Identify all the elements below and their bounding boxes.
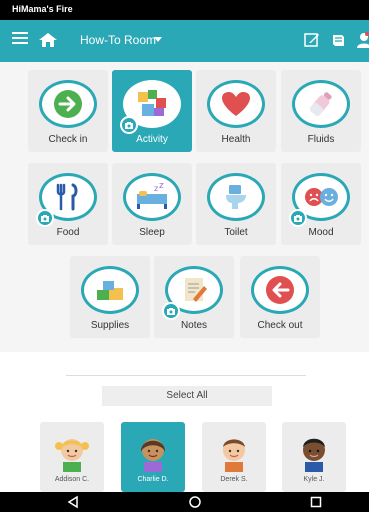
- blocks-icon: [138, 90, 166, 116]
- tile-check-out[interactable]: Check out: [240, 256, 320, 338]
- camera-icon[interactable]: [289, 209, 307, 227]
- svg-text:z: z: [154, 184, 158, 193]
- tile-check-in[interactable]: Check in: [28, 70, 108, 152]
- home-circle-icon[interactable]: [188, 495, 202, 509]
- tile-label: Sleep: [139, 227, 165, 238]
- svg-text:z: z: [159, 182, 164, 191]
- bed-icon: z z: [137, 182, 167, 209]
- tile-health[interactable]: Health: [196, 70, 276, 152]
- edit-icon[interactable]: [304, 32, 320, 48]
- home-icon[interactable]: [38, 32, 58, 48]
- child-card[interactable]: Derek S.: [202, 422, 266, 492]
- child-avatar-icon: [140, 439, 166, 472]
- tile-fluids[interactable]: Fluids: [281, 70, 361, 152]
- status-bar-title: HiMama's Fire: [12, 4, 73, 14]
- tile-label: Toilet: [224, 227, 248, 238]
- child-avatar-icon: [303, 438, 325, 472]
- activity-tiles: Check in Activity Health Fluids Food z z…: [0, 62, 369, 352]
- tile-label: Notes: [180, 320, 208, 331]
- divider: [66, 375, 306, 376]
- child-name: Addison C.: [54, 476, 90, 483]
- child-card[interactable]: Addison C.: [40, 422, 104, 492]
- book-icon[interactable]: [330, 32, 346, 48]
- supplies-icon: [97, 281, 123, 300]
- notepad-icon: [185, 278, 207, 302]
- camera-icon[interactable]: [120, 116, 138, 134]
- recent-apps-icon[interactable]: [309, 495, 323, 509]
- tile-label: Check out: [257, 320, 303, 331]
- tile-label: Activity: [136, 134, 168, 145]
- tile-toilet[interactable]: Toilet: [196, 163, 276, 245]
- tile-label: Supplies: [90, 320, 130, 331]
- camera-icon[interactable]: [162, 302, 180, 320]
- utensils-icon: [56, 183, 78, 211]
- child-avatar-icon: [55, 439, 89, 472]
- tile-label: Fluids: [307, 134, 335, 145]
- arrow-left-icon: [266, 276, 294, 304]
- child-name: Kyle J.: [303, 476, 325, 483]
- app-bar: How-To Room: [0, 20, 369, 62]
- arrow-right-icon: [54, 90, 82, 118]
- heart-icon: [222, 92, 250, 116]
- menu-icon[interactable]: [12, 32, 28, 44]
- tile-food[interactable]: Food: [28, 163, 108, 245]
- chevron-down-icon[interactable]: [154, 37, 162, 42]
- tile-notes[interactable]: Notes: [154, 256, 234, 338]
- child-name: Charlie D.: [137, 476, 169, 483]
- tile-label: Health: [221, 134, 251, 145]
- toilet-icon: [226, 185, 246, 209]
- tile-mood[interactable]: Mood: [281, 163, 361, 245]
- status-bar: HiMama's Fire: [0, 0, 369, 20]
- tile-sleep[interactable]: z z Sleep: [112, 163, 192, 245]
- user-icon[interactable]: [355, 32, 369, 48]
- tile-supplies[interactable]: Supplies: [70, 256, 150, 338]
- tile-label: Mood: [308, 227, 334, 238]
- room-title[interactable]: How-To Room: [80, 33, 156, 47]
- child-name: Derek S.: [220, 476, 248, 483]
- child-card[interactable]: Kyle J.: [282, 422, 346, 492]
- mood-faces-icon: [305, 188, 338, 206]
- tile-label: Check in: [48, 134, 88, 145]
- system-nav-bar: [0, 492, 369, 512]
- child-card[interactable]: Charlie D.: [121, 422, 185, 492]
- camera-icon[interactable]: [36, 209, 54, 227]
- tile-label: Food: [56, 227, 80, 238]
- tile-activity[interactable]: Activity: [112, 70, 192, 152]
- child-avatar-icon: [223, 439, 245, 472]
- back-icon[interactable]: [66, 495, 80, 509]
- bottle-icon: [309, 92, 332, 116]
- select-all-button[interactable]: Select All: [102, 386, 272, 406]
